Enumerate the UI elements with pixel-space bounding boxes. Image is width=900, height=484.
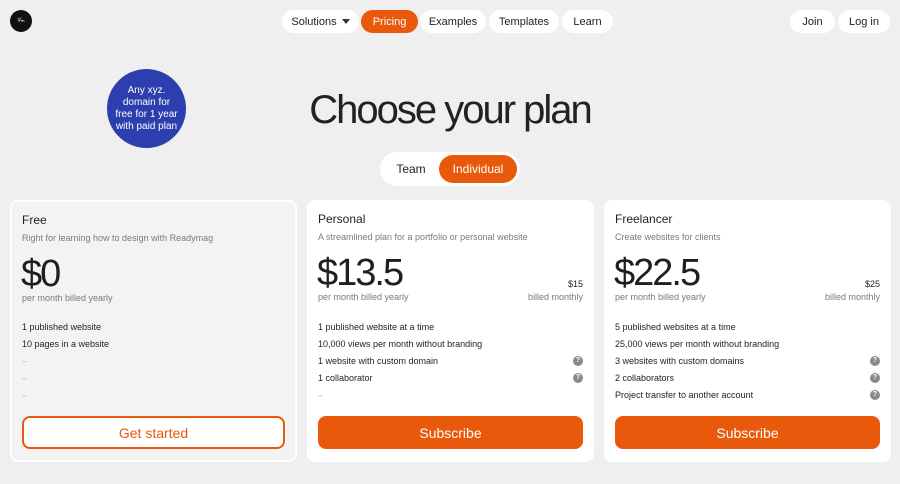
feature-item: 1 published website [22, 318, 284, 335]
monthly-price: $15 billed monthly [528, 278, 583, 304]
feature-item: 1 published website at a time [318, 318, 583, 335]
feature-item: 5 published websites at a time [615, 318, 880, 335]
feature-label: 25,000 views per month without branding [615, 338, 780, 349]
tab-individual[interactable]: Individual [439, 155, 517, 183]
chevron-down-icon [341, 19, 350, 24]
feature-item: – [318, 386, 583, 403]
feature-item: 1 collaborator? [318, 369, 583, 386]
plan-description: Right for learning how to design with Re… [22, 233, 214, 243]
plan-type-toggle: Team Individual [380, 152, 520, 186]
feature-label: 3 websites with custom domains [615, 355, 745, 366]
plan-name: Personal [318, 212, 366, 226]
nav-solutions[interactable]: Solutions [282, 10, 359, 33]
feature-item: 25,000 views per month without branding [615, 335, 880, 352]
feature-list: 1 published website 10 pages in a websit… [22, 318, 284, 403]
page-title: Choose your plan [309, 88, 593, 132]
feature-label: 2 collaborators [615, 372, 675, 383]
monthly-price: $25 billed monthly [825, 278, 880, 304]
readymag-logo[interactable]: ⁸⁄ₘ [10, 10, 32, 32]
plan-card-freelancer: Freelancer Create websites for clients $… [604, 200, 891, 462]
nav-examples[interactable]: Examples [420, 10, 486, 33]
plan-card-personal: Personal A streamlined plan for a portfo… [307, 200, 594, 462]
feature-item: – [22, 352, 284, 369]
monthly-amount: $25 [864, 279, 880, 289]
plan-name: Freelancer [615, 212, 673, 226]
feature-label: Project transfer to another account [615, 389, 754, 400]
feature-list: 5 published websites at a time 25,000 vi… [615, 318, 880, 403]
feature-item: – [22, 386, 284, 403]
feature-label: 10 pages in a website [22, 338, 110, 349]
logo-glyph: ⁸⁄ₘ [17, 18, 25, 24]
price-note: per month billed yearly [22, 293, 113, 303]
feature-label: – [318, 389, 324, 400]
feature-item: – [22, 369, 284, 386]
join-button[interactable]: Join [790, 10, 835, 33]
feature-label: – [22, 372, 28, 383]
feature-item: 1 website with custom domain? [318, 352, 583, 369]
plan-name: Free [22, 213, 47, 227]
feature-label: 1 website with custom domain [318, 355, 439, 366]
feature-label: 5 published websites at a time [615, 321, 736, 332]
feature-label: – [22, 355, 28, 366]
feature-item: 10 pages in a website [22, 335, 284, 352]
feature-item: 10,000 views per month without branding [318, 335, 583, 352]
plan-description: Create websites for clients [615, 232, 721, 242]
feature-label: 1 published website [22, 321, 102, 332]
plan-price: $13.5 [317, 252, 404, 294]
plan-card-free: Free Right for learning how to design wi… [10, 200, 297, 462]
feature-label: 1 collaborator [318, 372, 373, 383]
nav-pricing[interactable]: Pricing [361, 10, 418, 33]
subscribe-button-freelancer[interactable]: Subscribe [615, 416, 880, 449]
plan-description: A streamlined plan for a portfolio or pe… [318, 232, 528, 242]
tab-team[interactable]: Team [384, 155, 438, 183]
nav-templates[interactable]: Templates [489, 10, 559, 33]
help-icon[interactable]: ? [870, 372, 880, 383]
feature-list: 1 published website at a time 10,000 vie… [318, 318, 583, 403]
feature-label: 10,000 views per month without branding [318, 338, 483, 349]
plan-price: $22.5 [614, 252, 701, 294]
login-button[interactable]: Log in [838, 10, 890, 33]
feature-item: Project transfer to another account? [615, 386, 880, 403]
help-icon[interactable]: ? [870, 355, 880, 366]
feature-label: – [22, 389, 28, 400]
get-started-button[interactable]: Get started [22, 416, 285, 449]
monthly-note: billed monthly [527, 292, 583, 302]
feature-item: 2 collaborators? [615, 369, 880, 386]
subscribe-button-personal[interactable]: Subscribe [318, 416, 583, 449]
help-icon[interactable]: ? [573, 372, 583, 383]
feature-item: 3 websites with custom domains? [615, 352, 880, 369]
nav-learn[interactable]: Learn [562, 10, 613, 33]
help-icon[interactable]: ? [573, 355, 583, 366]
feature-label: 1 published website at a time [318, 321, 435, 332]
nav-solutions-label: Solutions [291, 15, 337, 28]
monthly-note: billed monthly [824, 292, 880, 302]
price-note: per month billed yearly [318, 292, 409, 302]
plan-price: $0 [21, 253, 61, 295]
help-icon[interactable]: ? [870, 389, 880, 400]
price-note: per month billed yearly [615, 292, 706, 302]
monthly-amount: $15 [567, 279, 583, 289]
